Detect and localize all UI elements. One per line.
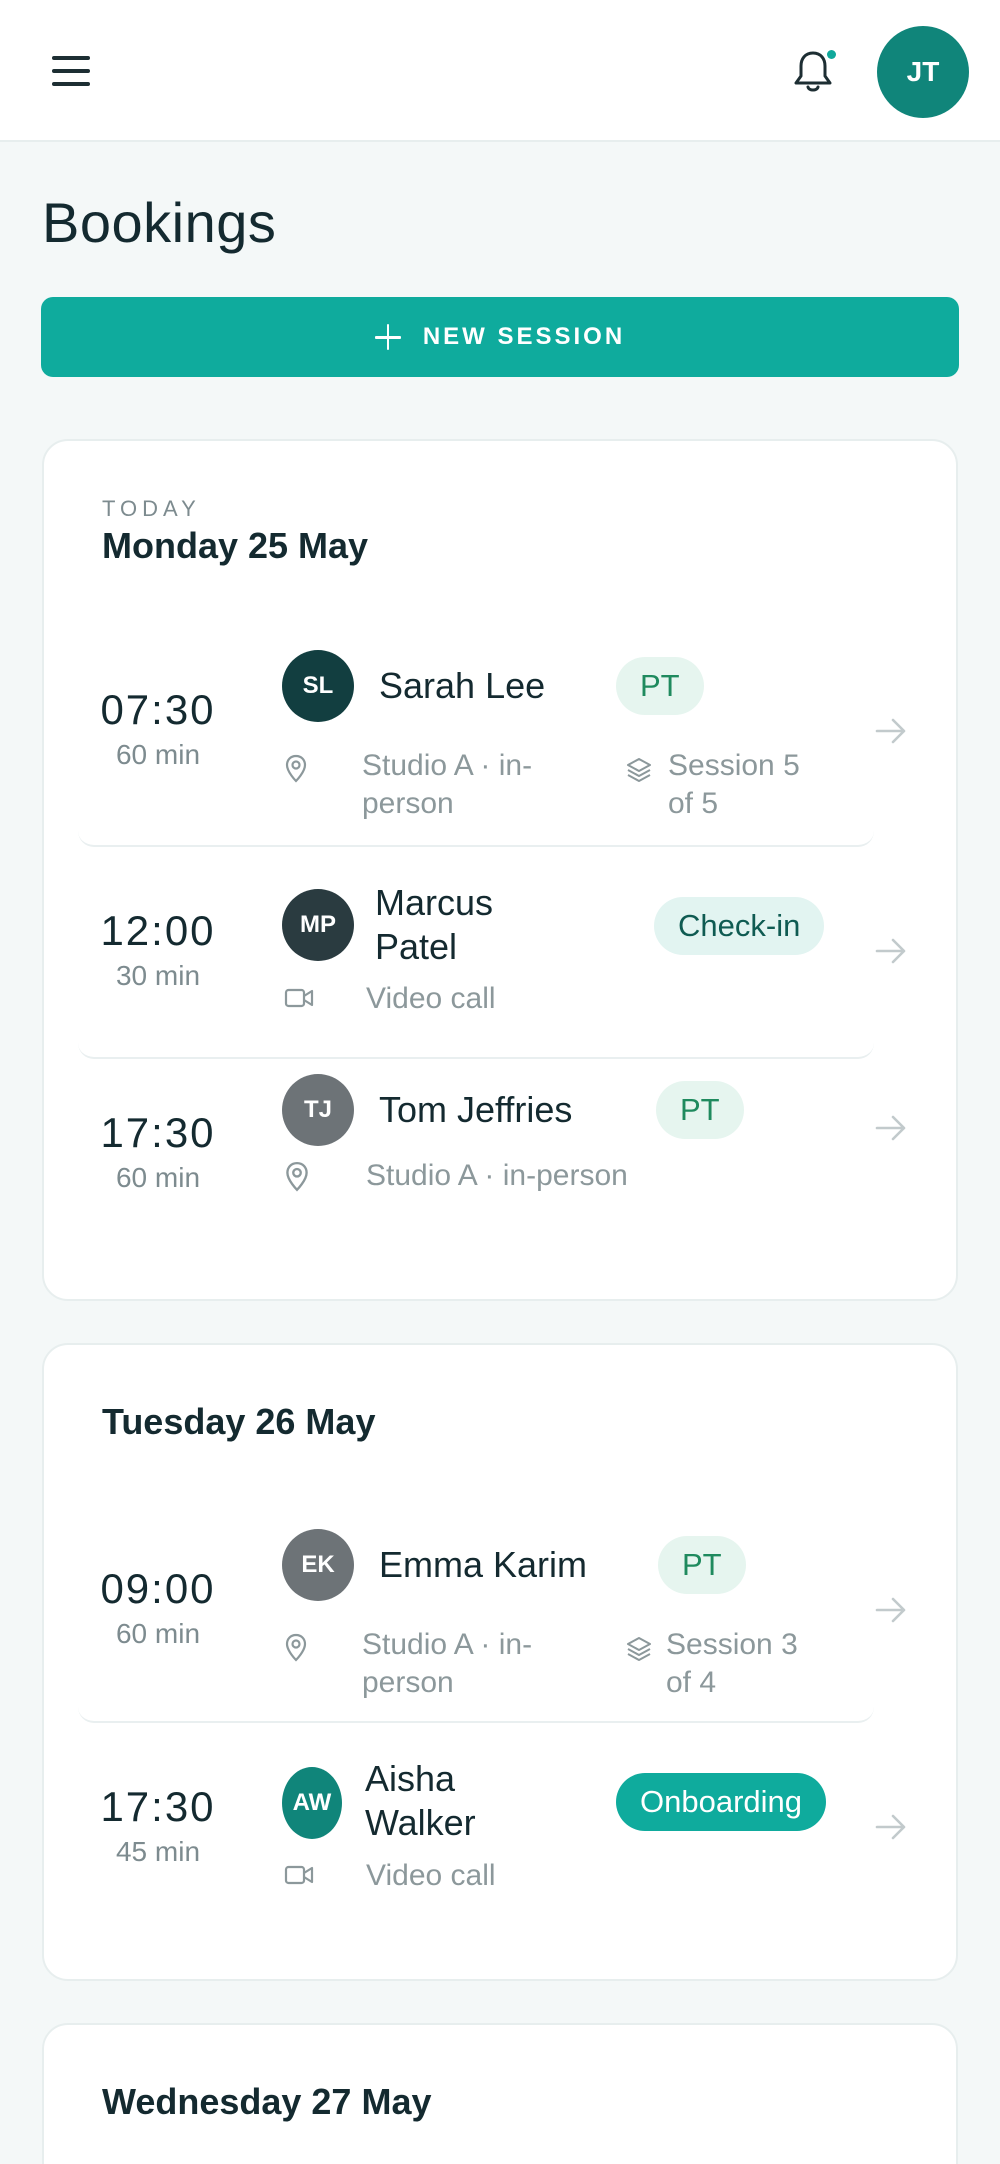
booking-location: Studio A · in- person <box>362 749 533 820</box>
day-card-monday: TODAY Monday 25 May 07:30 60 min SL Sara… <box>42 439 958 1301</box>
session-type-badge: Onboarding <box>616 1773 827 1831</box>
booking-time: 07:30 <box>100 686 216 733</box>
session-progress: Session 3 of 4 <box>666 1628 798 1699</box>
booking-time: 17:30 <box>100 1109 216 1156</box>
page-title: Bookings <box>42 191 277 254</box>
day-card-wednesday: Wednesday 27 May <box>42 2023 958 2164</box>
arrow-right-icon[interactable] <box>874 934 908 968</box>
client-avatar: AW <box>282 1767 342 1839</box>
booking-row[interactable]: 07:30 60 min SL Sarah Lee PT Studio A · … <box>78 621 906 847</box>
client-name: Sarah Lee <box>379 665 546 706</box>
session-progress: Session 5 of 5 <box>668 749 800 820</box>
booking-location: Studio A · in-person <box>366 1159 628 1192</box>
menu-icon[interactable] <box>48 52 96 92</box>
booking-row[interactable]: 12:00 30 min MP Marcus Patel Check-in Vi… <box>78 847 906 1059</box>
day-title: Monday 25 May <box>102 525 369 566</box>
day-card-tuesday: Tuesday 26 May 09:00 60 min EK Emma Kari… <box>42 1343 958 1981</box>
map-pin-icon <box>285 754 307 783</box>
booking-row[interactable]: 17:30 45 min AW Aisha Walker Onboarding … <box>78 1723 906 1935</box>
arrow-right-icon[interactable] <box>874 1810 908 1844</box>
notifications-button[interactable] <box>790 46 840 96</box>
plus-icon <box>374 324 401 350</box>
client-name: Tom Jeffries <box>379 1089 573 1130</box>
booking-duration: 60 min <box>115 739 201 770</box>
day-eyebrow: TODAY <box>102 496 201 521</box>
booking-time: 17:30 <box>100 1783 216 1830</box>
day-title: Tuesday 26 May <box>102 1401 376 1442</box>
booking-time: 12:00 <box>100 907 216 954</box>
booking-location: Studio A · in- person <box>362 1628 533 1699</box>
notification-dot <box>827 50 836 59</box>
client-avatar: SL <box>282 650 354 722</box>
layers-icon <box>627 1637 651 1661</box>
client-name: Emma Karim <box>379 1544 588 1585</box>
client-avatar: MP <box>282 889 354 961</box>
day-title: Wednesday 27 May <box>102 2081 432 2122</box>
map-pin-icon <box>286 1161 308 1192</box>
booking-duration: 60 min <box>115 1618 201 1649</box>
session-type-badge: Check-in <box>654 897 825 955</box>
booking-location: Video call <box>366 1859 496 1892</box>
map-pin-icon <box>285 1633 307 1662</box>
arrow-right-icon[interactable] <box>874 1593 908 1627</box>
video-camera-icon <box>284 1865 314 1885</box>
booking-duration: 45 min <box>115 1836 201 1867</box>
client-avatar: TJ <box>282 1074 354 1146</box>
booking-time: 09:00 <box>100 1565 216 1612</box>
client-name: Marcus Patel <box>375 882 494 967</box>
session-type-badge: PT <box>658 1536 746 1594</box>
booking-duration: 60 min <box>115 1162 201 1193</box>
video-camera-icon <box>284 988 314 1008</box>
session-type-badge: PT <box>616 657 704 715</box>
new-session-button[interactable]: NEW SESSION <box>41 297 959 377</box>
booking-duration: 30 min <box>115 960 201 991</box>
client-name: Aisha Walker <box>365 1758 476 1843</box>
user-avatar[interactable]: JT <box>877 26 969 118</box>
top-app-bar: JT <box>0 0 1000 142</box>
arrow-right-icon[interactable] <box>874 714 908 748</box>
booking-row[interactable]: 17:30 60 min TJ Tom Jeffries PT Studio A… <box>78 1059 906 1249</box>
session-type-badge: PT <box>656 1081 744 1139</box>
booking-location: Video call <box>366 982 496 1015</box>
new-session-label: NEW SESSION <box>422 323 626 350</box>
arrow-right-icon[interactable] <box>874 1111 908 1145</box>
booking-row[interactable]: 09:00 60 min EK Emma Karim PT Studio A ·… <box>78 1497 906 1723</box>
client-avatar: EK <box>282 1529 354 1601</box>
layers-icon <box>627 758 651 782</box>
